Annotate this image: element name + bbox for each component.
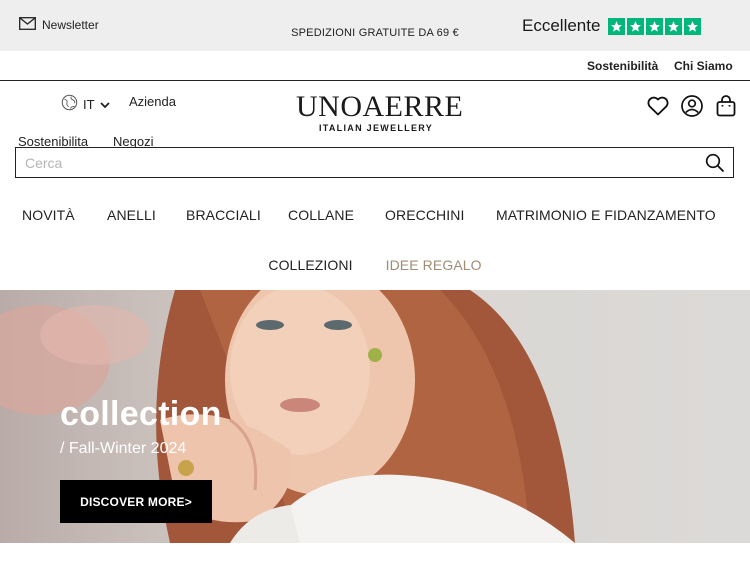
header-actions: [646, 94, 738, 118]
search-bar: [15, 147, 734, 178]
secondary-links: Sostenibilità Chi Siamo: [0, 51, 750, 81]
nav-item-collezioni[interactable]: COLLEZIONI: [268, 257, 352, 273]
nav-item-anelli[interactable]: ANELLI: [107, 207, 156, 223]
top-bar: Newsletter SPEDIZIONI GRATUITE DA 69 € E…: [0, 0, 750, 51]
nav-item-matrimonio[interactable]: MATRIMONIO E FIDANZAMENTO: [496, 207, 716, 223]
language-code: IT: [83, 96, 95, 112]
globe-icon: [61, 94, 78, 114]
hero-banner[interactable]: collection / Fall-Winter 2024 DISCOVER M…: [0, 290, 750, 543]
company-link[interactable]: Azienda: [129, 94, 176, 109]
sustainability-top-link[interactable]: Sostenibilità: [587, 59, 658, 73]
brand-logo[interactable]: UNOAERRE ITALIAN JEWELLERY: [296, 90, 464, 134]
nav-item-collane[interactable]: COLLANE: [288, 207, 354, 223]
chevron-down-icon: [99, 97, 110, 112]
logo-wordmark: UNOAERRE: [296, 90, 464, 123]
star-icon: [608, 17, 626, 35]
hero-subtitle: / Fall-Winter 2024: [60, 440, 187, 457]
nav-item-bracciali[interactable]: BRACCIALI: [186, 207, 261, 223]
main-nav-row2: COLLEZIONI IDEE REGALO: [0, 257, 750, 273]
star-icon: [665, 17, 683, 35]
nav-item-novita[interactable]: NOVITÀ: [22, 207, 75, 223]
star-icon: [684, 17, 702, 35]
logo-tagline: ITALIAN JEWELLERY: [318, 123, 434, 133]
search-icon[interactable]: [705, 153, 725, 173]
language-selector[interactable]: IT: [61, 94, 110, 114]
star-icon: [646, 17, 664, 35]
about-link[interactable]: Chi Siamo: [674, 59, 733, 73]
hero-title: collection: [60, 395, 222, 433]
trust-rating-label: Eccellente: [522, 16, 601, 35]
nav-item-orecchini[interactable]: ORECCHINI: [385, 207, 464, 223]
heart-icon[interactable]: [646, 94, 670, 118]
nav-item-idee-regalo[interactable]: IDEE REGALO: [386, 257, 482, 273]
user-icon[interactable]: [680, 94, 704, 118]
trust-stars: [608, 17, 702, 35]
bag-icon[interactable]: [714, 94, 738, 118]
discover-more-button[interactable]: DISCOVER MORE>: [60, 480, 212, 523]
trustpilot-widget[interactable]: Eccellente: [522, 16, 702, 36]
search-input[interactable]: [16, 148, 676, 177]
star-icon: [627, 17, 645, 35]
